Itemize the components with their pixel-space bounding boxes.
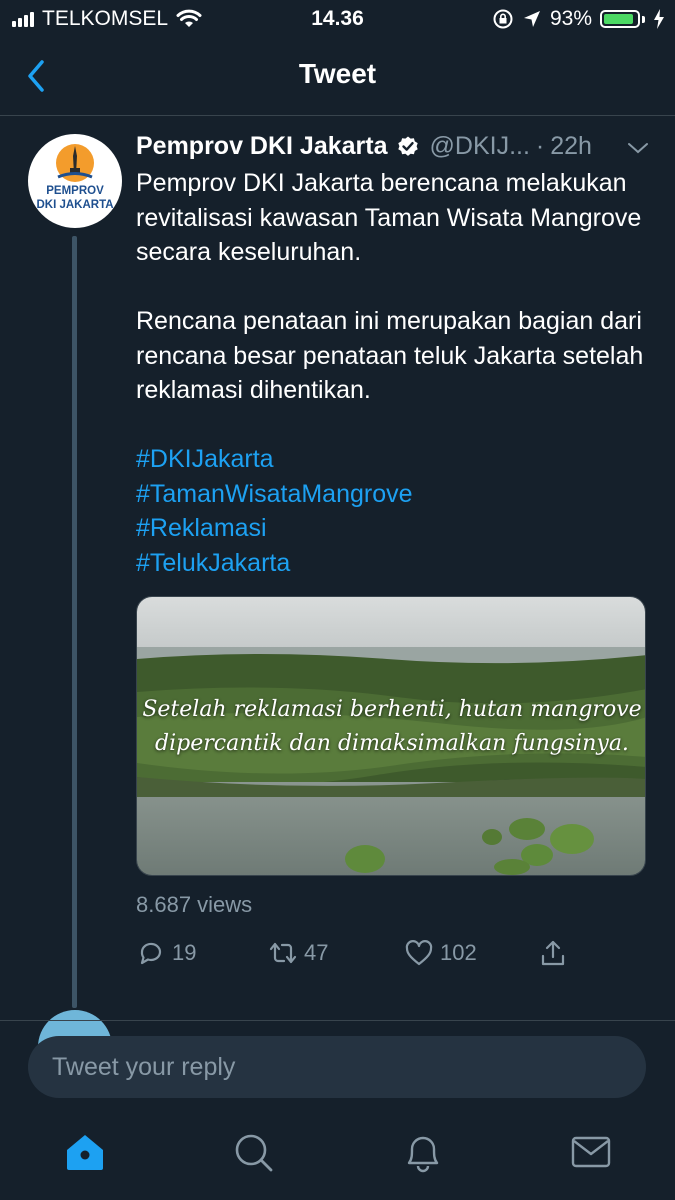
tweet-video[interactable]: Setelah reklamasi berhenti, hutan mangro… bbox=[136, 596, 646, 876]
hashtag-link[interactable]: #DKIJakarta bbox=[136, 442, 656, 477]
reply-box bbox=[28, 1036, 646, 1098]
battery-tip bbox=[642, 15, 645, 23]
share-button[interactable] bbox=[538, 938, 568, 968]
verified-badge-icon bbox=[397, 136, 418, 156]
share-icon bbox=[541, 940, 565, 966]
like-button[interactable]: 102 bbox=[404, 938, 477, 968]
search-icon[interactable] bbox=[231, 1130, 275, 1174]
battery-icon bbox=[600, 10, 640, 28]
tweet-author-row: Pemprov DKI Jakarta @DKIJ... · 22h bbox=[136, 132, 592, 161]
top-header: Tweet bbox=[0, 40, 675, 116]
tweet-age: 22h bbox=[550, 132, 592, 160]
bottom-tab-bar bbox=[0, 1110, 675, 1200]
retweet-button[interactable]: 47 bbox=[268, 938, 328, 968]
battery-percent: 93% bbox=[549, 7, 592, 30]
reply-icon bbox=[140, 942, 162, 965]
like-icon bbox=[405, 940, 433, 966]
author-handle[interactable]: @DKIJ... bbox=[430, 132, 530, 161]
avatar-logo: PEMPROV DKI JAKARTA bbox=[36, 144, 114, 211]
thread-line bbox=[72, 236, 77, 1008]
avatar-text-line2: DKI JAKARTA bbox=[36, 199, 113, 211]
avatar-text-line1: PEMPROV bbox=[46, 185, 104, 197]
tweet-actions: 19 47 102 bbox=[136, 938, 656, 978]
avatar[interactable]: PEMPROV DKI JAKARTA bbox=[28, 134, 122, 228]
location-arrow-icon bbox=[523, 11, 540, 27]
status-bar: TELKOMSEL 14.36 93% bbox=[0, 0, 675, 40]
status-right: 93% bbox=[492, 7, 665, 31]
retweet-count: 47 bbox=[304, 940, 329, 965]
author-name[interactable]: Pemprov DKI Jakarta bbox=[136, 132, 388, 161]
video-caption-line2: dipercantik dan dimaksimalkan fungsinya. bbox=[155, 731, 629, 756]
reply-button[interactable]: 19 bbox=[136, 938, 196, 968]
hashtag-link[interactable]: #Reklamasi bbox=[136, 511, 656, 546]
chevron-down-icon[interactable] bbox=[626, 136, 650, 160]
view-count: 8.687 views bbox=[136, 892, 253, 917]
tweet-text: Pemprov DKI Jakarta berencana melakukan … bbox=[136, 166, 656, 580]
rotation-lock-icon bbox=[493, 9, 513, 29]
video-caption-line1: Setelah reklamasi berhenti, hutan mangro… bbox=[142, 697, 642, 722]
messages-icon[interactable] bbox=[569, 1130, 613, 1174]
divider bbox=[0, 1020, 675, 1021]
hashtag-link[interactable]: #TelukJakarta bbox=[136, 546, 656, 581]
home-icon[interactable] bbox=[63, 1130, 107, 1174]
separator-dot: · bbox=[535, 132, 545, 160]
like-count: 102 bbox=[440, 940, 477, 965]
notifications-icon[interactable] bbox=[401, 1130, 445, 1174]
tweet-paragraph-1: Pemprov DKI Jakarta berencana melakukan … bbox=[136, 169, 642, 266]
tweet-paragraph-2: Rencana penataan ini merupakan bagian da… bbox=[136, 307, 644, 404]
page-title: Tweet bbox=[298, 58, 377, 89]
hashtag-link[interactable]: #TamanWisataMangrove bbox=[136, 477, 656, 512]
retweet-icon bbox=[269, 942, 297, 964]
charging-bolt-icon bbox=[654, 9, 664, 29]
reply-count: 19 bbox=[172, 940, 197, 965]
reply-input[interactable] bbox=[28, 1036, 646, 1098]
